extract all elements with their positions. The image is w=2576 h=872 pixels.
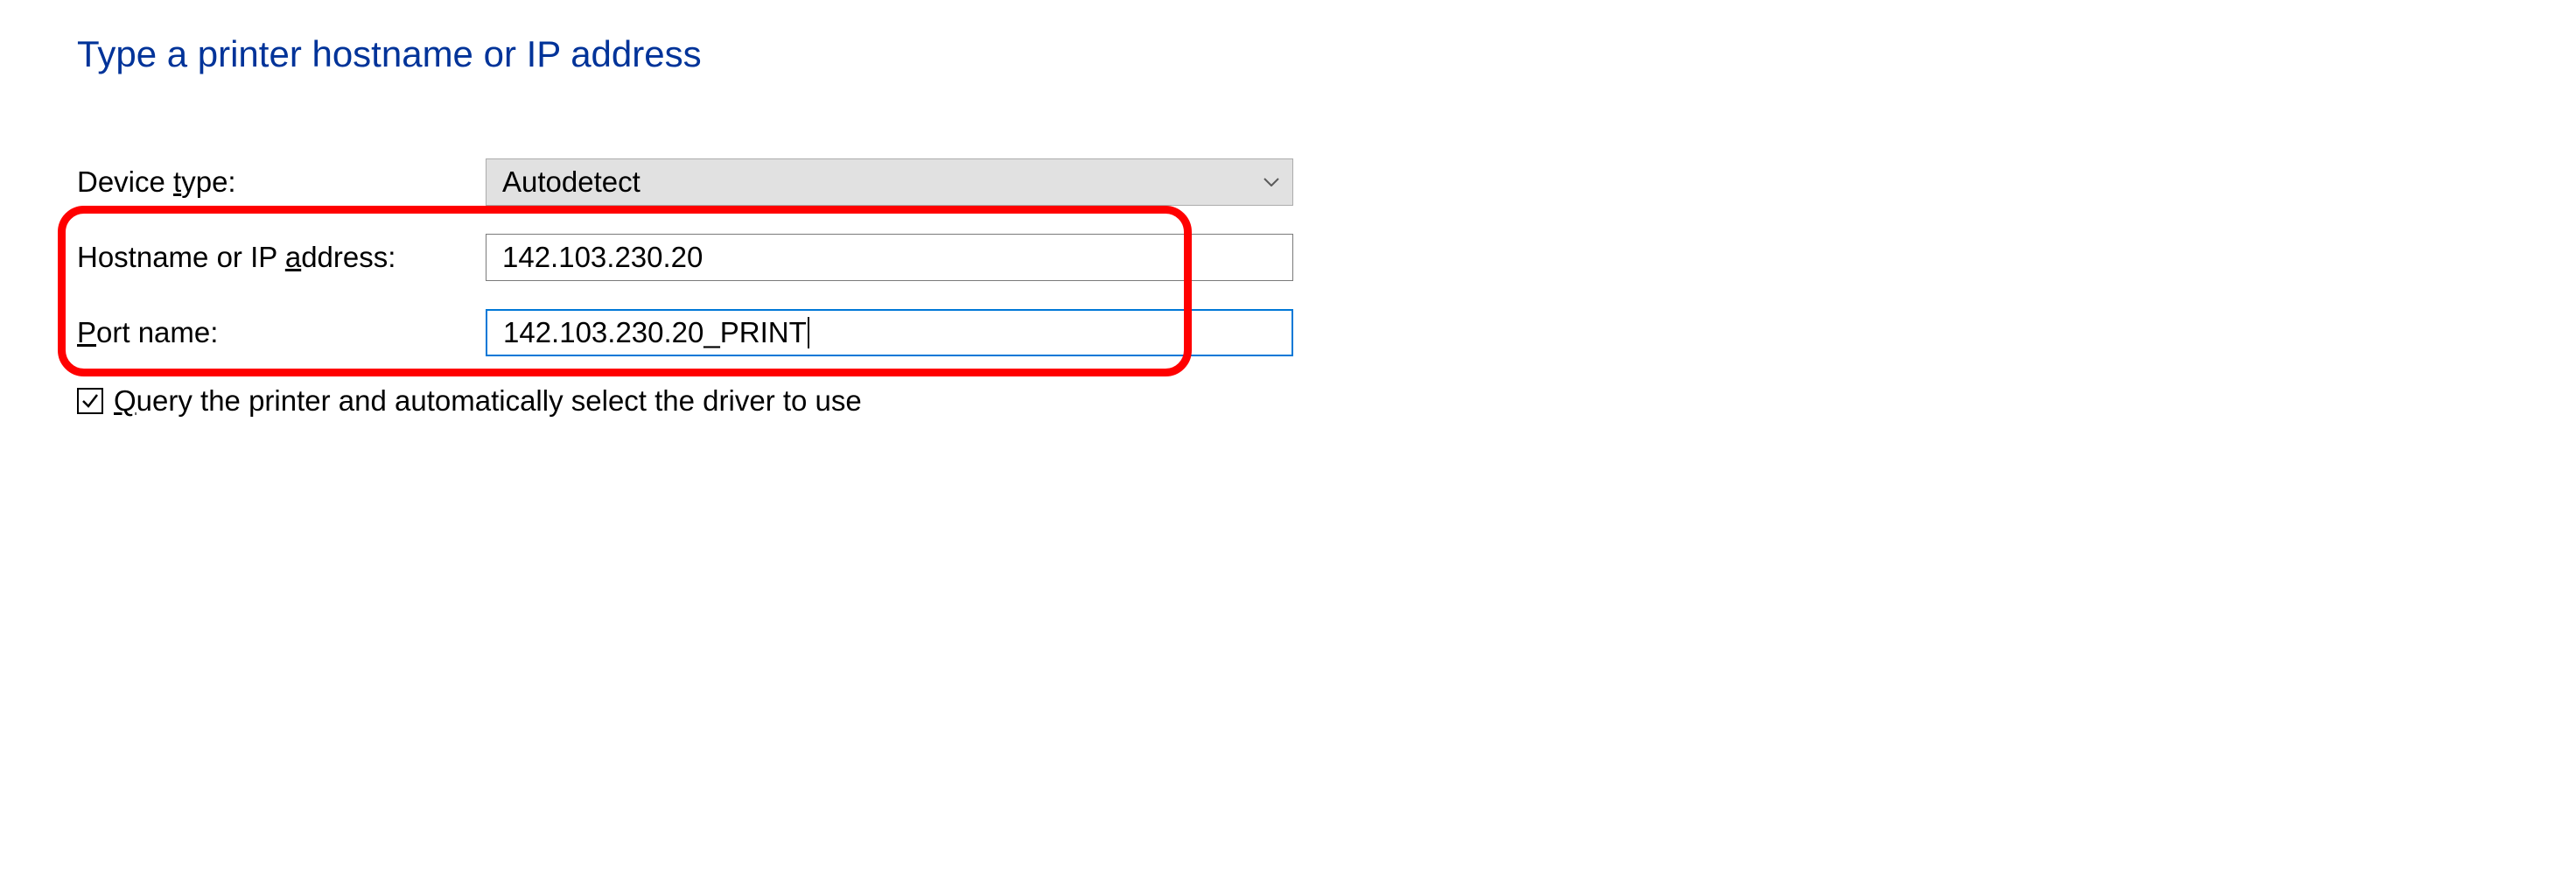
hostname-input[interactable]	[486, 234, 1293, 281]
device-type-select[interactable]: Autodetect	[486, 158, 1293, 206]
device-type-label: Device type:	[77, 165, 486, 199]
check-icon	[80, 391, 100, 411]
port-label: Port name:	[77, 316, 486, 349]
hostname-label: Hostname or IP address:	[77, 241, 486, 274]
port-row: Port name: 142.103.230.20_PRINT	[77, 309, 1293, 356]
hostname-row: Hostname or IP address:	[77, 234, 1293, 281]
query-printer-row: Query the printer and automatically sele…	[77, 384, 1293, 418]
page-title: Type a printer hostname or IP address	[77, 33, 1293, 75]
device-type-value: Autodetect	[502, 165, 640, 199]
text-cursor	[808, 317, 809, 348]
port-name-input[interactable]: 142.103.230.20_PRINT	[486, 309, 1293, 356]
device-type-row: Device type: Autodetect	[77, 158, 1293, 206]
query-printer-label: Query the printer and automatically sele…	[114, 384, 862, 418]
query-printer-checkbox[interactable]	[77, 388, 103, 414]
